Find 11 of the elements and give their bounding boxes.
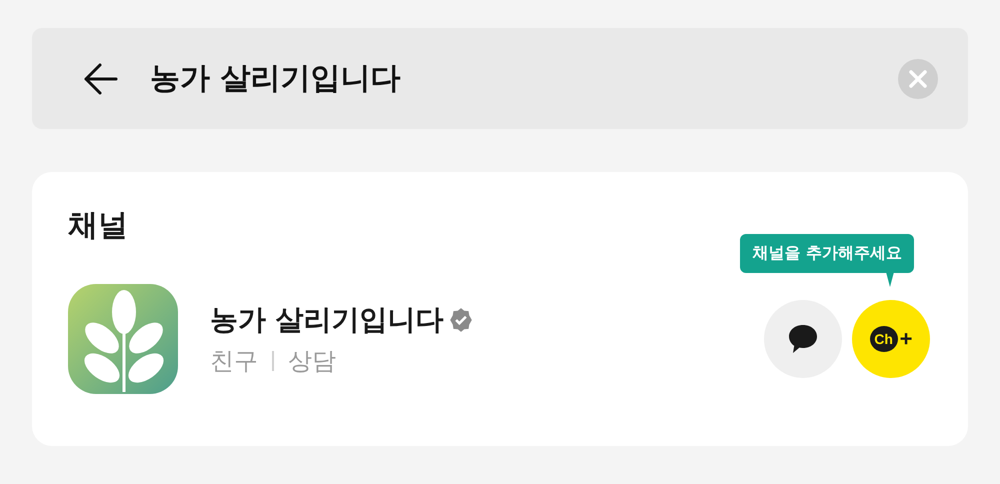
search-field[interactable]: 농가 살리기입니다 — [32, 28, 968, 129]
speech-bubble-icon — [786, 322, 820, 356]
search-query: 농가 살리기입니다 — [150, 60, 402, 98]
channel-name: 농가 살리기입니다 — [210, 302, 444, 338]
channel-tag: 친구 — [210, 345, 258, 377]
section-title: 채널 — [68, 208, 129, 244]
channel-tag: 상담 — [288, 345, 336, 377]
leaf-icon — [68, 284, 178, 394]
add-channel-button[interactable]: Ch + — [852, 300, 930, 378]
tooltip: 채널을 추가해주세요 — [740, 234, 914, 273]
tooltip-pointer — [886, 272, 894, 287]
